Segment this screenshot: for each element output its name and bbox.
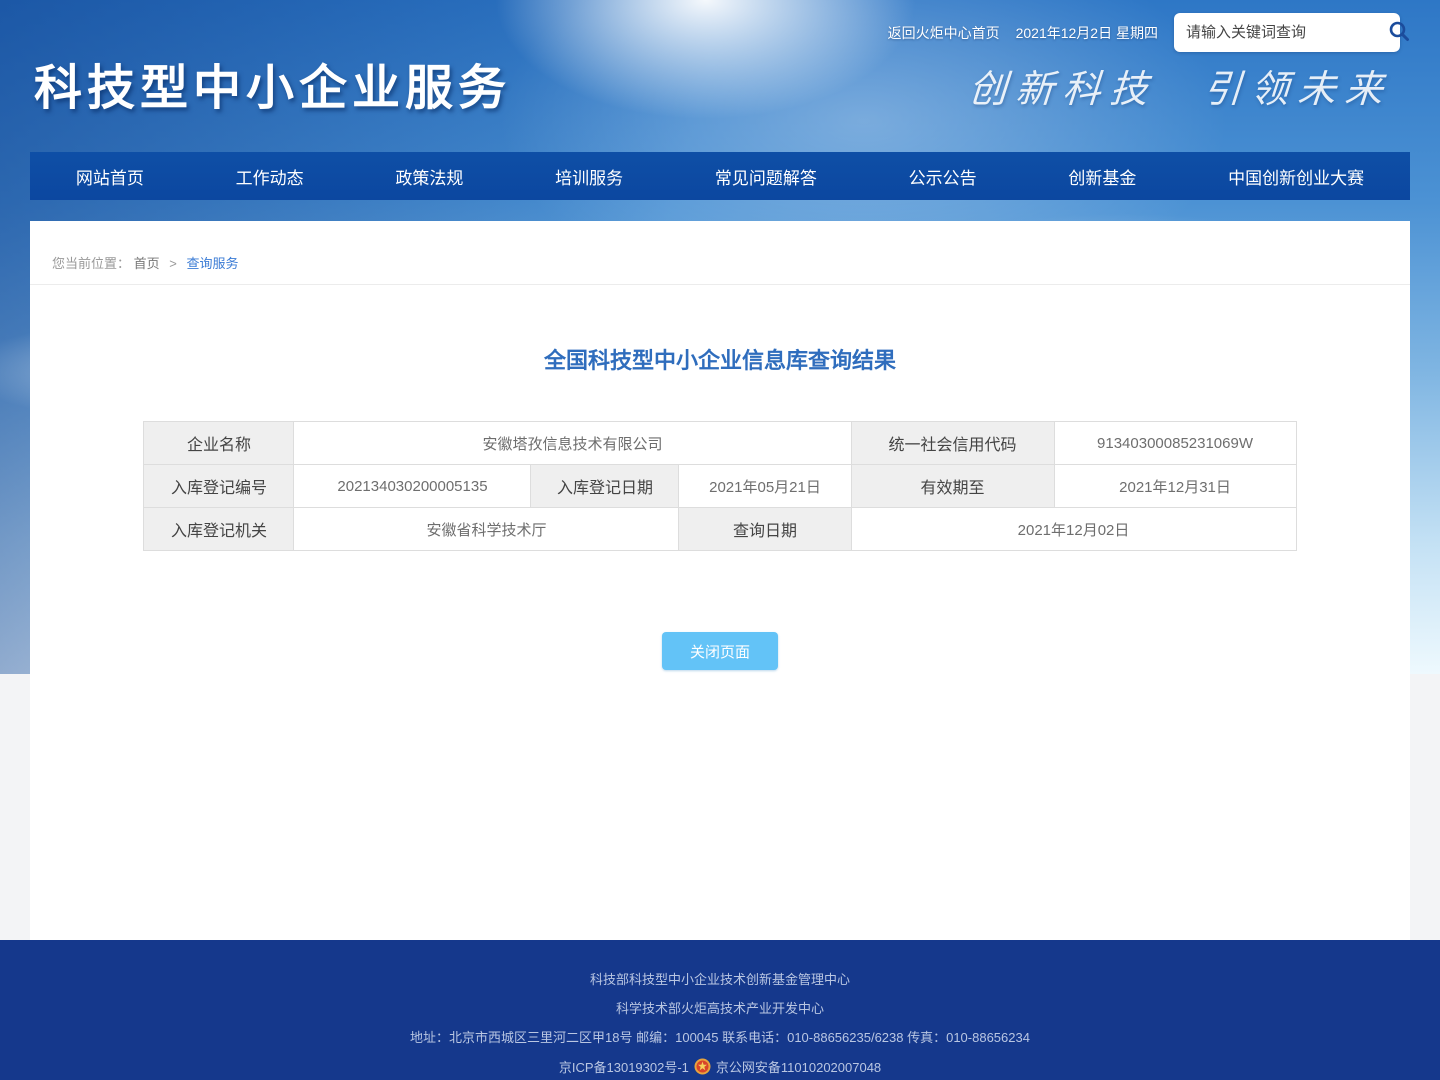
search-button[interactable] — [1385, 17, 1413, 48]
reg-authority-label-cell: 入库登记机关 — [144, 508, 294, 551]
search-input[interactable] — [1186, 24, 1385, 41]
footer: 科技部科技型中小企业技术创新基金管理中心 科学技术部火炬高技术产业开发中心 地址… — [0, 940, 1440, 1080]
reg-number-label-cell: 入库登记编号 — [144, 465, 294, 508]
table-row: 企业名称 安徽塔孜信息技术有限公司 统一社会信用代码 9134030008523… — [144, 422, 1296, 465]
page: 返回火炬中心首页 2021年12月2日 星期四 科技型中小企业服务 创新科技 引… — [0, 0, 1440, 1080]
footer-icp-row: 京ICP备13019302号-1 京公网安备11010202007048 — [0, 1057, 1440, 1076]
icp-number: 京ICP备13019302号-1 — [559, 1057, 689, 1076]
nav-item-training[interactable]: 培训服务 — [545, 152, 633, 200]
company-name-value-cell: 安徽塔孜信息技术有限公司 — [294, 422, 851, 465]
breadcrumb-current-link[interactable]: 查询服务 — [187, 256, 239, 271]
police-record-number: 京公网安备11010202007048 — [716, 1057, 881, 1076]
site-slogan: 创新科技 引领未来 — [967, 58, 1394, 113]
breadcrumb-home-link[interactable]: 首页 — [134, 256, 160, 271]
police-badge-icon — [694, 1058, 711, 1075]
company-name-label-cell: 企业名称 — [144, 422, 294, 465]
nav-item-policies[interactable]: 政策法规 — [385, 152, 473, 200]
top-utility-bar: 返回火炬中心首页 2021年12月2日 星期四 — [888, 13, 1400, 52]
search-box — [1174, 13, 1400, 52]
main-content-card: 您当前位置： 首页 > 查询服务 全国科技型中小企业信息库查询结果 企业名称 安… — [30, 221, 1410, 940]
footer-org-line-1: 科技部科技型中小企业技术创新基金管理中心 — [0, 970, 1440, 990]
nav-item-innovation-competition[interactable]: 中国创新创业大赛 — [1218, 152, 1374, 200]
footer-org-line-2: 科学技术部火炬高技术产业开发中心 — [0, 999, 1440, 1019]
query-date-label-cell: 查询日期 — [679, 508, 851, 551]
close-page-button[interactable]: 关闭页面 — [662, 632, 778, 670]
main-nav: 网站首页 工作动态 政策法规 培训服务 常见问题解答 公示公告 创新基金 中国创… — [30, 152, 1410, 200]
reg-authority-value-cell: 安徽省科学技术厅 — [294, 508, 679, 551]
nav-item-home[interactable]: 网站首页 — [66, 152, 154, 200]
table-row: 入库登记机关 安徽省科学技术厅 查询日期 2021年12月02日 — [144, 508, 1296, 551]
breadcrumb: 您当前位置： 首页 > 查询服务 — [30, 221, 1410, 285]
footer-contact-line: 地址：北京市西城区三里河二区甲18号 邮编：100045 联系电话：010-88… — [0, 1028, 1440, 1048]
nav-item-faq[interactable]: 常见问题解答 — [705, 152, 827, 200]
nav-item-work-news[interactable]: 工作动态 — [226, 152, 314, 200]
credit-code-label-cell: 统一社会信用代码 — [851, 422, 1054, 465]
credit-code-value-cell: 91340300085231069W — [1054, 422, 1296, 465]
valid-until-label-cell: 有效期至 — [851, 465, 1054, 508]
breadcrumb-prefix: 您当前位置： — [52, 256, 130, 271]
page-title: 全国科技型中小企业信息库查询结果 — [30, 343, 1410, 375]
nav-item-announcements[interactable]: 公示公告 — [899, 152, 987, 200]
site-header: 返回火炬中心首页 2021年12月2日 星期四 科技型中小企业服务 创新科技 引… — [0, 0, 1440, 152]
valid-until-value-cell: 2021年12月31日 — [1054, 465, 1296, 508]
site-title: 科技型中小企业服务 — [34, 48, 511, 118]
table-row: 入库登记编号 202134030200005135 入库登记日期 2021年05… — [144, 465, 1296, 508]
reg-date-label-cell: 入库登记日期 — [531, 465, 679, 508]
nav-item-innovation-fund[interactable]: 创新基金 — [1058, 152, 1146, 200]
search-icon — [1387, 19, 1411, 46]
back-to-torch-center-link[interactable]: 返回火炬中心首页 — [888, 23, 1000, 43]
reg-date-value-cell: 2021年05月21日 — [679, 465, 851, 508]
query-date-value-cell: 2021年12月02日 — [851, 508, 1296, 551]
query-result-table: 企业名称 安徽塔孜信息技术有限公司 统一社会信用代码 9134030008523… — [143, 421, 1296, 551]
breadcrumb-separator: > — [169, 256, 177, 271]
current-date-text: 2021年12月2日 星期四 — [1016, 23, 1158, 43]
reg-number-value-cell: 202134030200005135 — [294, 465, 531, 508]
